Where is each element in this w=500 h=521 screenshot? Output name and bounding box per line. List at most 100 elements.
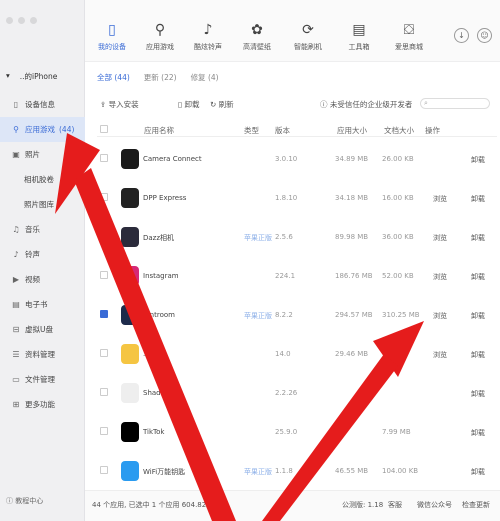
close-window-button[interactable]	[6, 17, 13, 24]
app-version: 1.8.10	[275, 194, 298, 202]
topnav-item-4[interactable]: ⟳ 智能刷机	[284, 22, 332, 52]
check-update-link[interactable]: 检查更新	[462, 500, 490, 510]
tab-1[interactable]: 更新 (22)	[144, 72, 177, 83]
topnav-item-1[interactable]: ⚲ 应用游戏	[136, 22, 184, 52]
topnav-item-0[interactable]: ▯ 我的设备	[88, 22, 136, 52]
sidebar-item-6[interactable]: ♪ 铃声	[0, 242, 85, 267]
download-icon[interactable]: ↓	[454, 28, 469, 43]
sidebar-item-8[interactable]: ▤ 电子书	[0, 292, 85, 317]
browse-button[interactable]: 浏览	[433, 311, 447, 321]
tab-0[interactable]: 全部 (44)	[97, 72, 130, 83]
column-header[interactable]: 应用大小	[337, 125, 367, 136]
app-icon	[121, 344, 139, 364]
row-checkbox[interactable]	[100, 349, 108, 357]
version-label: 公测版: 1.18	[342, 501, 384, 509]
sidebar-item-10[interactable]: ☰ 资料管理	[0, 342, 85, 367]
uninstall-app-button[interactable]: 卸载	[471, 350, 485, 360]
app-icon	[121, 461, 139, 481]
uninstall-app-button[interactable]: 卸载	[471, 194, 485, 204]
untrusted-developer-link[interactable]: ⓘ 未受信任的企业级开发者	[320, 99, 412, 110]
select-all-checkbox[interactable]	[100, 125, 108, 133]
sidebar-item-9[interactable]: ⊟ 虚拟U盘	[0, 317, 85, 342]
topnav-item-5[interactable]: ▤ 工具箱	[335, 22, 383, 52]
row-checkbox[interactable]	[100, 271, 108, 279]
row-checkbox[interactable]	[100, 154, 108, 162]
doc-size: 52.00 KB	[382, 272, 414, 280]
table-row[interactable]: DPP Express 1.8.10 34.18 MB 16.00 KB 浏览 …	[97, 179, 497, 218]
table-row[interactable]: TikTok 25.9.0 7.99 MB 卸载	[97, 413, 497, 452]
window-controls	[6, 17, 37, 24]
uninstall-app-button[interactable]: 卸载	[471, 389, 485, 399]
import-install-button[interactable]: ⇪ 导入安装	[100, 99, 139, 110]
sidebar-item-1[interactable]: ⚲ 应用游戏 (44)	[0, 117, 85, 142]
sidebar-item-5[interactable]: ♫ 音乐	[0, 217, 85, 242]
sidebar-item-11[interactable]: ▭ 文件管理	[0, 367, 85, 392]
table-row[interactable]: Instagram 224.1 186.76 MB 52.00 KB 浏览 卸载	[97, 257, 497, 296]
uninstall-app-button[interactable]: 卸载	[471, 233, 485, 243]
table-row[interactable]: ...us 14.0 29.46 MB 浏览 卸载	[97, 335, 497, 374]
sidebar-item-2[interactable]: ▣ 照片	[0, 142, 85, 167]
row-checkbox[interactable]	[100, 193, 108, 201]
doc-size: 36.00 KB	[382, 233, 414, 241]
browse-button[interactable]: 浏览	[433, 272, 447, 282]
help-center-link[interactable]: ⓘ 教程中心	[6, 496, 43, 506]
app-icon	[121, 188, 139, 208]
device-name: ..的iPhone	[19, 72, 58, 81]
sidebar-item-3[interactable]: 相机胶卷	[0, 167, 85, 192]
column-header[interactable]: 应用名称	[144, 125, 174, 136]
row-checkbox[interactable]	[100, 232, 108, 240]
folder-icon: ▭	[12, 375, 20, 384]
uninstall-app-button[interactable]: 卸载	[471, 311, 485, 321]
app-icon	[121, 227, 139, 247]
uninstall-button[interactable]: ▯ 卸载	[178, 99, 200, 110]
column-header[interactable]: 类型	[244, 125, 259, 136]
refresh-button[interactable]: ↻ 刷新	[210, 99, 234, 110]
topnav-label: 酷炫铃声	[194, 43, 222, 51]
browse-button[interactable]: 浏览	[433, 350, 447, 360]
table-header: 应用名称 类型 版本 应用大小 文档大小 操作	[97, 123, 497, 137]
browse-button[interactable]: 浏览	[433, 233, 447, 243]
zoom-window-button[interactable]	[30, 17, 37, 24]
video-icon: ▶	[12, 275, 20, 284]
topnav-item-3[interactable]: ✿ 高清壁纸	[233, 22, 281, 52]
help-icon: ⓘ	[6, 497, 16, 505]
table-row[interactable]: Shad... 2.2.26 卸载	[97, 374, 497, 413]
browse-button[interactable]: 浏览	[433, 194, 447, 204]
help-label: 教程中心	[15, 497, 44, 505]
sidebar-item-4[interactable]: 照片图库	[0, 192, 85, 217]
row-checkbox[interactable]	[100, 310, 108, 318]
uninstall-app-button[interactable]: 卸载	[471, 428, 485, 438]
sidebar-nav: ▯ 设备信息 ⚲ 应用游戏 (44) ▣ 照片 相机胶卷 照片图库 ♫ 音乐 ♪ 铃声 ▶ 视频 ▤ 电子书 ⊟ 虚…	[0, 92, 85, 417]
sidebar-item-0[interactable]: ▯ 设备信息	[0, 92, 85, 117]
uninstall-app-button[interactable]: 卸载	[471, 155, 485, 165]
table-row[interactable]: ...ntroom 苹果正版 8.2.2 294.57 MB 310.25 MB…	[97, 296, 497, 335]
table-row[interactable]: Camera Connect 3.0.10 34.89 MB 26.00 KB …	[97, 140, 497, 179]
table-row[interactable]: WiFi万能钥匙 苹果正版 1.1.8 46.55 MB 104.00 KB 卸…	[97, 452, 497, 491]
search-input[interactable]: ⌕	[420, 98, 490, 109]
sidebar-item-label: 文件管理	[25, 375, 55, 384]
customer-service-link[interactable]: 客服	[388, 500, 402, 510]
refresh-label: 刷新	[218, 100, 234, 109]
device-selector[interactable]: ▾ ..的iPhone	[6, 71, 57, 82]
uninstall-app-button[interactable]: 卸载	[471, 467, 485, 477]
wechat-link[interactable]: 微信公众号	[417, 500, 452, 510]
topnav-item-6[interactable]: ⛋ 爱思商城	[385, 22, 433, 52]
column-header[interactable]: 版本	[275, 125, 290, 136]
minimize-window-button[interactable]	[18, 17, 25, 24]
top-right-controls: ↓ ☺	[454, 28, 492, 43]
uninstall-label: 卸载	[184, 100, 200, 109]
user-icon[interactable]: ☺	[477, 28, 492, 43]
row-checkbox[interactable]	[100, 388, 108, 396]
sidebar-item-12[interactable]: ⊞ 更多功能	[0, 392, 85, 417]
table-row[interactable]: Dazz相机 苹果正版 2.5.6 89.98 MB 36.00 KB 浏览 卸…	[97, 218, 497, 257]
column-header[interactable]: 文档大小	[384, 125, 414, 136]
sidebar-item-7[interactable]: ▶ 视频	[0, 267, 85, 292]
row-checkbox[interactable]	[100, 427, 108, 435]
app-icon	[121, 149, 139, 169]
row-checkbox[interactable]	[100, 466, 108, 474]
tab-2[interactable]: 修复 (4)	[191, 72, 219, 83]
app-version: 14.0	[275, 350, 291, 358]
search-icon: ⌕	[424, 99, 428, 107]
topnav-item-2[interactable]: ♪ 酷炫铃声	[184, 22, 232, 52]
uninstall-app-button[interactable]: 卸载	[471, 272, 485, 282]
